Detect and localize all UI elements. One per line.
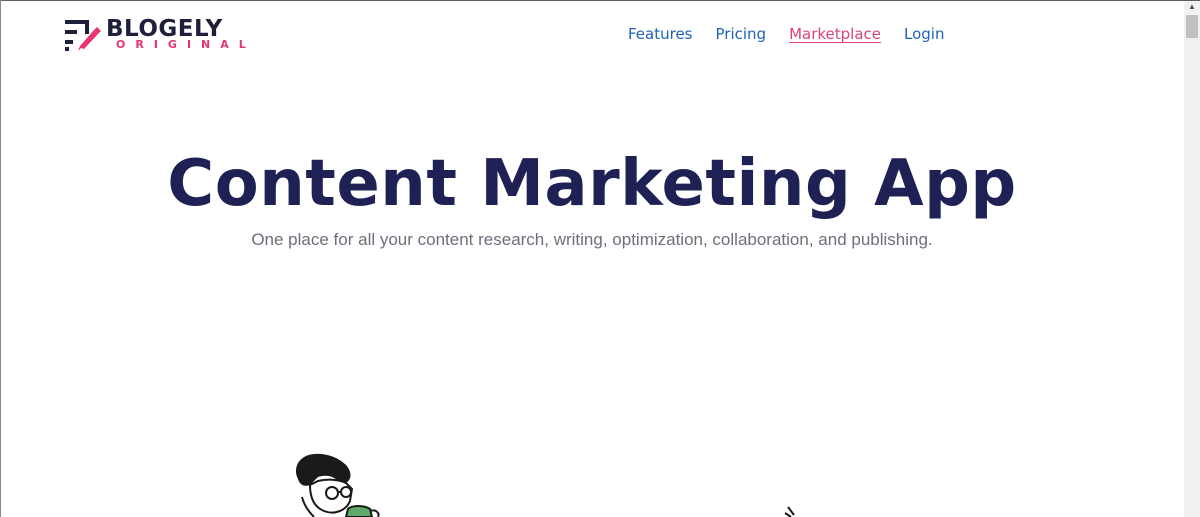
nav-link-marketplace[interactable]: Marketplace <box>789 24 881 44</box>
person-at-desk-illustration <box>295 453 795 517</box>
hero-title: Content Marketing App <box>167 147 1017 221</box>
pen-lines-logo-icon <box>65 20 101 51</box>
brand-subtitle: ORIGINAL <box>116 38 256 51</box>
main-nav: Features Pricing Marketplace Login <box>628 24 967 44</box>
scroll-up-arrow-icon[interactable]: ▲ <box>1184 1 1200 13</box>
vertical-scrollbar[interactable]: ▲ <box>1184 1 1200 517</box>
window-left-border <box>0 0 1 517</box>
nav-link-features[interactable]: Features <box>628 24 693 44</box>
brand-logo[interactable]: BLOGELY ORIGINAL <box>64 16 254 56</box>
nav-link-login[interactable]: Login <box>904 24 944 44</box>
nav-link-pricing[interactable]: Pricing <box>716 24 767 44</box>
hero-subtitle: One place for all your content research,… <box>251 230 933 249</box>
window-top-border <box>0 0 1200 1</box>
scrollbar-thumb[interactable] <box>1186 15 1198 38</box>
